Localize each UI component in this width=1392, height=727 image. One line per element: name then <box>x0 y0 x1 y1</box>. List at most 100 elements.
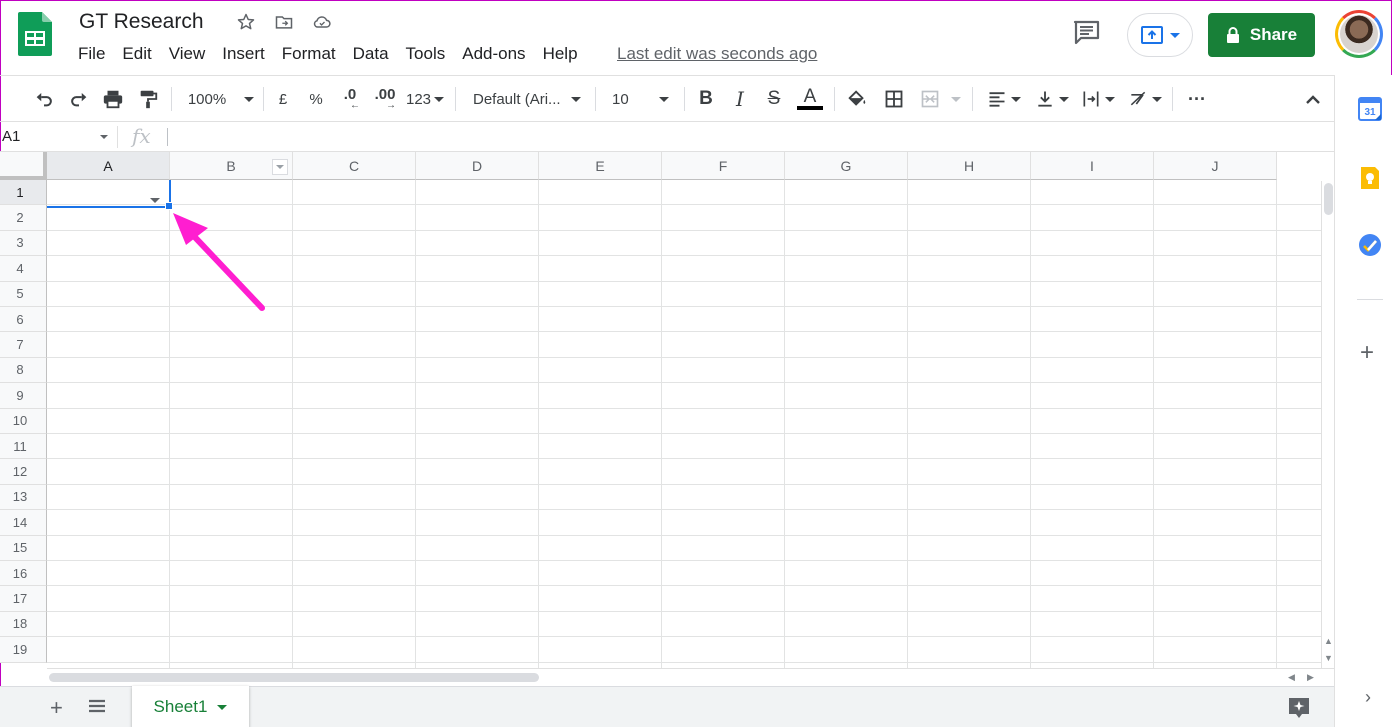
row-header-8[interactable]: 8 <box>0 357 47 384</box>
increase-decimal-button[interactable]: .00 → <box>371 86 399 112</box>
row-header-6[interactable]: 6 <box>0 307 47 333</box>
scroll-up-icon[interactable]: ▲ <box>1324 636 1333 646</box>
column-header-h[interactable]: H <box>908 152 1031 180</box>
menu-insert[interactable]: Insert <box>222 43 273 65</box>
vertical-scroll-thumb[interactable] <box>1324 183 1333 215</box>
redo-icon[interactable] <box>67 86 91 112</box>
currency-format-button[interactable]: £ <box>274 86 292 112</box>
more-formats-select[interactable]: 123 <box>405 86 445 112</box>
column-menu-dropdown[interactable] <box>272 159 288 175</box>
vertical-scrollbar[interactable]: ▲ ▼ <box>1321 181 1334 668</box>
cell-dropdown-icon[interactable] <box>150 190 160 208</box>
scroll-left-icon[interactable]: ◀ <box>1288 672 1295 683</box>
row-header-18[interactable]: 18 <box>0 611 47 638</box>
fill-color-icon[interactable] <box>845 86 869 112</box>
paint-format-icon[interactable] <box>136 86 160 112</box>
horizontal-scrollbar[interactable]: ◀ ▶ <box>47 668 1334 686</box>
avatar-photo <box>1340 15 1378 53</box>
all-sheets-list-icon[interactable] <box>88 699 106 713</box>
account-avatar[interactable] <box>1335 10 1383 58</box>
menu-format[interactable]: Format <box>282 43 344 65</box>
document-title[interactable]: GT Research <box>79 10 204 34</box>
font-family-select[interactable]: Default (Ari... <box>473 86 585 112</box>
decrease-decimal-button[interactable]: .0 ← <box>338 86 362 112</box>
text-rotation-icon[interactable] <box>1126 86 1164 112</box>
row-header-14[interactable]: 14 <box>0 510 47 536</box>
collapse-menus-icon[interactable] <box>1302 86 1324 112</box>
row-header-11[interactable]: 11 <box>0 434 47 460</box>
row-header-5[interactable]: 5 <box>0 281 47 307</box>
row-header-12[interactable]: 12 <box>0 459 47 485</box>
row-header-15[interactable]: 15 <box>0 535 47 561</box>
get-add-ons-icon[interactable]: + <box>1360 339 1374 367</box>
row-header-3[interactable]: 3 <box>0 230 47 257</box>
row-header-10[interactable]: 10 <box>0 408 47 434</box>
merge-cells-icon[interactable] <box>918 86 962 112</box>
fill-handle[interactable] <box>165 202 173 210</box>
horizontal-scroll-thumb[interactable] <box>49 673 539 682</box>
name-box[interactable]: A1 <box>2 128 20 145</box>
row-header-19[interactable]: 19 <box>0 637 47 663</box>
move-folder-icon[interactable] <box>272 10 296 34</box>
menu-tools[interactable]: Tools <box>406 43 454 65</box>
menu-help[interactable]: Help <box>543 43 586 65</box>
scroll-down-icon[interactable]: ▼ <box>1324 653 1333 663</box>
column-header-g[interactable]: G <box>785 152 908 180</box>
row-header-13[interactable]: 13 <box>0 484 47 511</box>
row-header-4[interactable]: 4 <box>0 256 47 282</box>
present-button[interactable] <box>1127 13 1193 57</box>
keep-icon[interactable] <box>1358 166 1382 190</box>
percent-format-button[interactable]: % <box>306 86 326 112</box>
side-panel: 31 + › <box>1334 75 1392 727</box>
column-header-j[interactable]: J <box>1154 152 1277 180</box>
column-header-i[interactable]: I <box>1031 152 1154 180</box>
menu-view[interactable]: View <box>169 43 214 65</box>
formula-input[interactable] <box>167 128 168 146</box>
horizontal-align-icon[interactable] <box>985 86 1023 112</box>
sheets-logo-icon[interactable] <box>18 12 52 56</box>
explore-icon[interactable] <box>1287 696 1311 720</box>
column-header-c[interactable]: C <box>293 152 416 180</box>
undo-icon[interactable] <box>32 86 56 112</box>
text-color-button[interactable]: A <box>797 86 823 112</box>
share-button[interactable]: Share <box>1208 13 1315 57</box>
italic-button[interactable]: I <box>730 86 750 112</box>
sheet-tab-sheet1[interactable]: Sheet1 <box>132 686 249 727</box>
calendar-icon[interactable]: 31 <box>1358 97 1382 121</box>
row-header-16[interactable]: 16 <box>0 561 47 587</box>
menu-edit[interactable]: Edit <box>122 43 159 65</box>
last-edit-link[interactable]: Last edit was seconds ago <box>617 44 817 64</box>
row-header-1[interactable]: 1 <box>0 180 47 206</box>
column-header-f[interactable]: F <box>662 152 785 180</box>
select-all-corner[interactable] <box>0 152 47 180</box>
more-options-button[interactable]: ··· <box>1185 86 1209 112</box>
bold-button[interactable]: B <box>696 86 716 112</box>
row-header-2[interactable]: 2 <box>0 205 47 231</box>
text-wrapping-icon[interactable] <box>1079 86 1117 112</box>
star-icon[interactable] <box>234 10 258 34</box>
column-header-d[interactable]: D <box>416 152 539 180</box>
menu-data[interactable]: Data <box>353 43 397 65</box>
tasks-icon[interactable] <box>1358 233 1382 257</box>
font-size-select[interactable]: 10 <box>612 86 676 112</box>
add-sheet-icon[interactable]: + <box>50 695 63 721</box>
spreadsheet-grid[interactable]: A B C D E F G H I J 1 2 3 4 5 6 7 8 9 10 11 12 13 14 15 16 17 18 19 <box>0 152 1321 668</box>
row-header-7[interactable]: 7 <box>0 332 47 358</box>
menu-add-ons[interactable]: Add-ons <box>462 43 533 65</box>
chevron-down-icon[interactable] <box>217 704 228 710</box>
vertical-align-icon[interactable] <box>1033 86 1071 112</box>
scroll-right-icon[interactable]: ▶ <box>1307 672 1314 683</box>
column-header-a[interactable]: A <box>47 152 170 180</box>
menu-file[interactable]: File <box>78 43 113 65</box>
row-header-17[interactable]: 17 <box>0 586 47 612</box>
comment-history-icon[interactable] <box>1072 18 1102 48</box>
strikethrough-button[interactable]: S <box>764 86 784 112</box>
row-header-9[interactable]: 9 <box>0 383 47 409</box>
borders-icon[interactable] <box>882 86 906 112</box>
chevron-down-icon[interactable] <box>100 135 108 139</box>
chevron-right-icon[interactable]: › <box>1365 687 1371 708</box>
column-header-e[interactable]: E <box>539 152 662 180</box>
print-icon[interactable] <box>101 86 125 112</box>
zoom-select[interactable]: 100% <box>186 86 256 112</box>
cloud-saved-icon[interactable] <box>310 10 334 34</box>
